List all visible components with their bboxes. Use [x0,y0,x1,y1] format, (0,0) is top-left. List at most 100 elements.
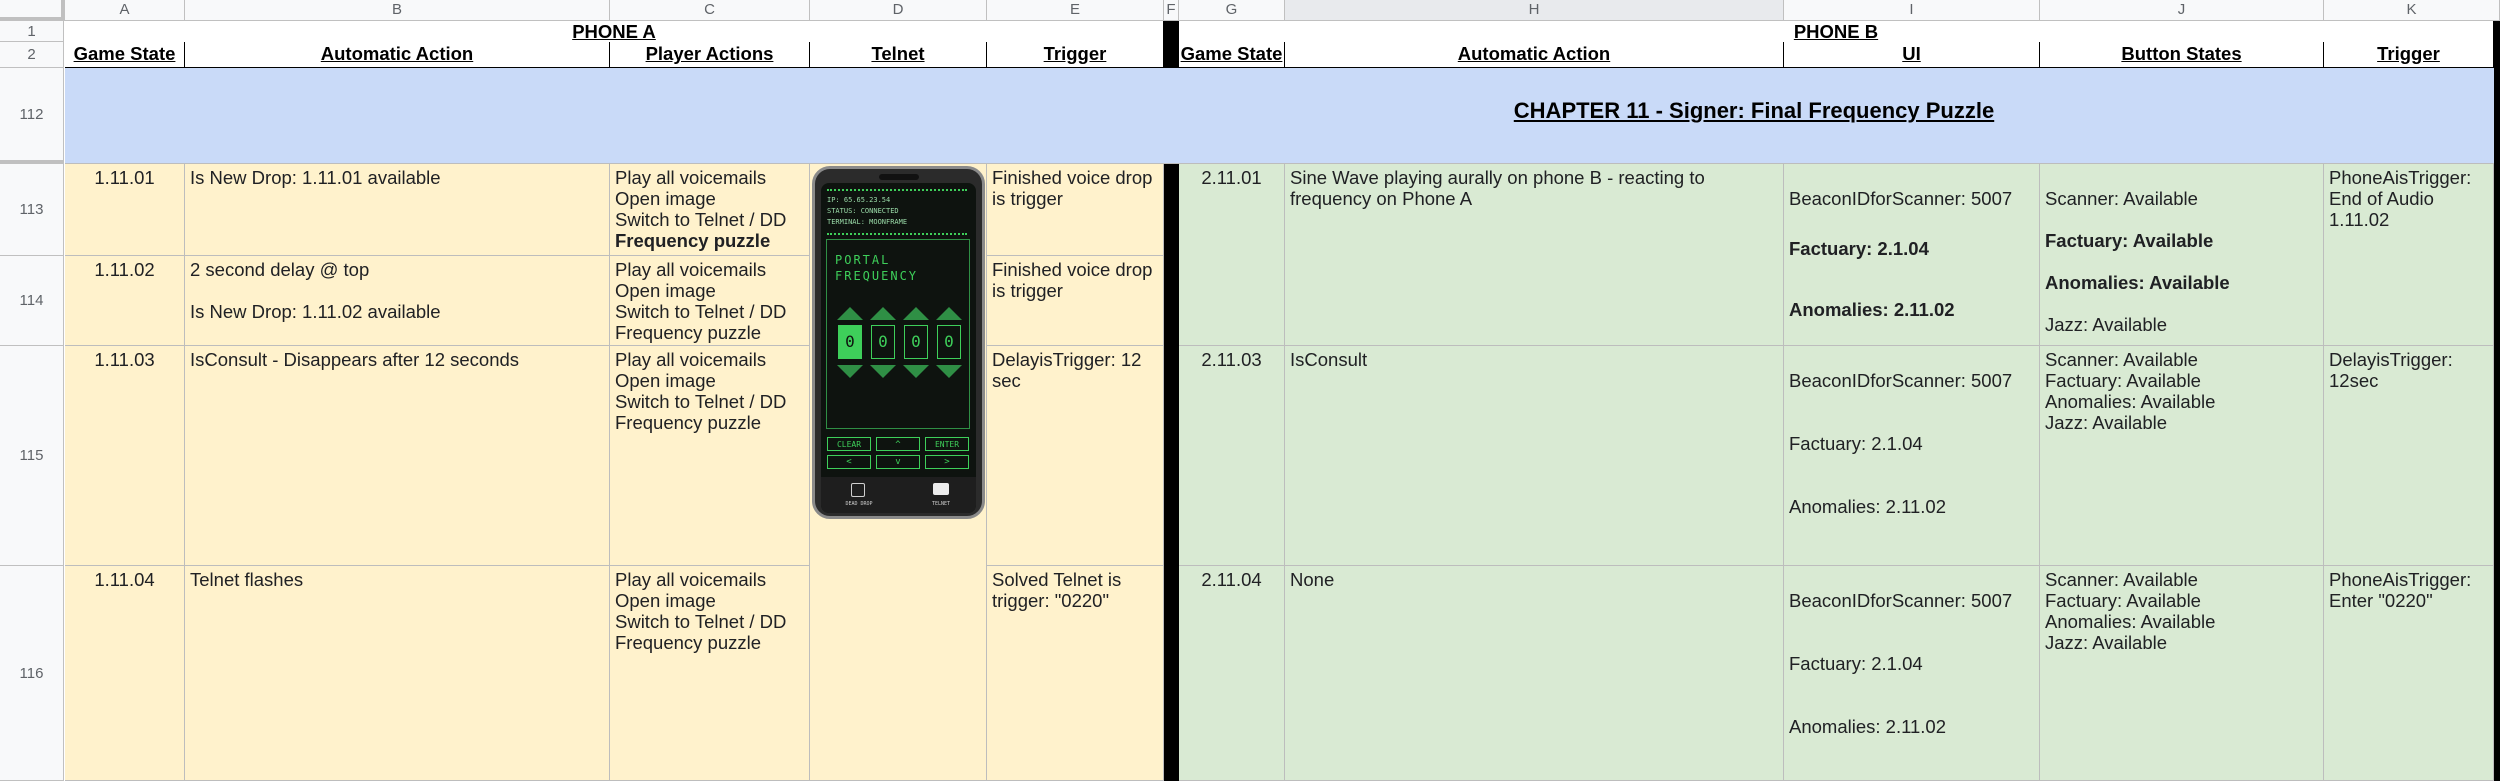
column-header-g[interactable]: G [1179,0,1285,21]
b-game-state-113[interactable]: 2.11.01 [1179,164,1285,346]
digit-4-up-icon[interactable] [936,307,962,320]
bottom-nav [821,477,976,513]
telnet-ip: IP: 65.65.23.54 [827,196,891,204]
header-b-button-states[interactable]: Button States [2040,42,2324,68]
digit-3-down-icon[interactable] [903,365,929,378]
a-trigger-113[interactable]: Finished voice drop is trigger [987,164,1164,256]
digit-2-down-icon[interactable] [870,365,896,378]
digit-4[interactable]: 0 [937,325,961,359]
header-b-trigger[interactable]: Trigger [2324,42,2494,68]
clear-button[interactable]: CLEAR [827,437,871,451]
right-button[interactable]: > [925,455,969,469]
a-trigger-115[interactable]: DelayisTrigger: 12 sec [987,346,1164,566]
b-ui-113[interactable]: BeaconIDforScanner: 5007 Factuary: 2.1.0… [1784,164,2040,346]
header-a-player-actions[interactable]: Player Actions [610,42,810,68]
b-ui-113-beacon: BeaconIDforScanner: 5007 [1789,188,2013,209]
left-button[interactable]: < [827,455,871,469]
b-buttons-113[interactable]: Scanner: Available Factuary: Available A… [2040,164,2324,346]
header-a-game-state[interactable]: Game State [65,42,185,68]
digit-3[interactable]: 0 [904,325,928,359]
telnet-nav-icon[interactable] [933,483,949,495]
column-header-a[interactable]: A [65,0,185,21]
a-player-116[interactable]: Play all voicemails Open image Switch to… [610,566,810,781]
header-b-game-state[interactable]: Game State [1179,42,1285,68]
b-action-116[interactable]: None [1285,566,1784,781]
a-game-state-115[interactable]: 1.11.03 [65,346,185,566]
telnet-nav-label: TELNET [931,501,951,507]
b-ui-116-beacon: BeaconIDforScanner: 5007 [1789,590,2013,611]
column-header-b[interactable]: B [185,0,610,21]
phone-b-title[interactable]: PHONE B [1179,21,2494,42]
a-player-113-text: Play all voicemails Open image Switch to… [615,167,787,230]
header-a-telnet[interactable]: Telnet [810,42,987,68]
column-header-d[interactable]: D [810,0,987,21]
row-header-114[interactable]: 114 [0,256,64,346]
dead-drop-icon[interactable] [851,483,865,497]
column-header-h[interactable]: H [1285,0,1784,21]
b-buttons-116[interactable]: Scanner: Available Factuary: Available A… [2040,566,2324,781]
digit-1[interactable]: 0 [838,325,862,359]
row-header-113[interactable]: 113 [0,164,64,256]
enter-button[interactable]: ENTER [925,437,969,451]
b-ui-115-beacon: BeaconIDforScanner: 5007 [1789,370,2013,391]
header-b-ui[interactable]: UI [1784,42,2040,68]
a-player-113-bold: Frequency puzzle [615,230,771,251]
b-buttons-113-anomalies: Anomalies: Available [2045,272,2230,293]
b-buttons-113-scanner: Scanner: Available [2045,188,2198,209]
b-trigger-116[interactable]: PhoneAisTrigger: Enter "0220" [2324,566,2494,781]
down-button[interactable]: v [876,455,920,469]
a-action-115[interactable]: IsConsult - Disappears after 12 seconds [185,346,610,566]
a-game-state-113[interactable]: 1.11.01 [65,164,185,256]
a-action-116[interactable]: Telnet flashes [185,566,610,781]
b-trigger-113[interactable]: PhoneAisTrigger: End of Audio 1.11.02 [2324,164,2494,346]
b-trigger-115[interactable]: DelayisTrigger: 12sec [2324,346,2494,566]
digit-2-up-icon[interactable] [870,307,896,320]
telnet-phone-image: IP: 65.65.23.54 STATUS: CONNECTED TERMIN… [812,166,985,519]
a-player-114[interactable]: Play all voicemails Open image Switch to… [610,256,810,346]
b-ui-115-anomalies: Anomalies: 2.11.02 [1789,496,1947,517]
row-header-115[interactable]: 115 [0,346,64,566]
digit-1-up-icon[interactable] [837,307,863,320]
column-header-k[interactable]: K [2324,0,2500,21]
a-action-113[interactable]: Is New Drop: 1.11.01 available [185,164,610,256]
a-action-114[interactable]: 2 second delay @ top Is New Drop: 1.11.0… [185,256,610,346]
phone-speaker [879,174,919,180]
column-header-c[interactable]: C [610,0,810,21]
b-ui-116[interactable]: BeaconIDforScanner: 5007 Factuary: 2.1.0… [1784,566,2040,781]
header-a-trigger[interactable]: Trigger [987,42,1164,68]
row-header-116[interactable]: 116 [0,566,64,781]
column-header-f[interactable]: F [1164,0,1179,21]
a-game-state-114[interactable]: 1.11.02 [65,256,185,346]
a-game-state-116[interactable]: 1.11.04 [65,566,185,781]
chapter-title[interactable]: CHAPTER 11 - Signer: Final Frequency Puz… [1285,98,2223,128]
column-header-i[interactable]: I [1784,0,2040,21]
b-buttons-115[interactable]: Scanner: Available Factuary: Available A… [2040,346,2324,566]
digit-1-down-icon[interactable] [837,365,863,378]
up-button[interactable]: ^ [876,437,920,451]
select-all-corner[interactable] [0,0,65,21]
b-ui-115[interactable]: BeaconIDforScanner: 5007 Factuary: 2.1.0… [1784,346,2040,566]
screen-dotted-line-mid [827,233,967,235]
a-player-113[interactable]: Play all voicemails Open image Switch to… [610,164,810,256]
b-action-115[interactable]: IsConsult [1285,346,1784,566]
header-a-automatic-action[interactable]: Automatic Action [185,42,610,68]
b-game-state-115[interactable]: 2.11.03 [1179,346,1285,566]
a-trigger-114[interactable]: Finished voice drop is trigger [987,256,1164,346]
header-b-automatic-action[interactable]: Automatic Action [1285,42,1784,68]
column-header-e[interactable]: E [987,0,1164,21]
digit-4-down-icon[interactable] [936,365,962,378]
digit-2[interactable]: 0 [871,325,895,359]
a-player-115[interactable]: Play all voicemails Open image Switch to… [610,346,810,566]
b-ui-115-factuary: Factuary: 2.1.04 [1789,433,1923,454]
phone-a-title[interactable]: PHONE A [65,21,1164,42]
b-buttons-113-jazz: Jazz: Available [2045,314,2168,335]
row-header-1[interactable]: 1 [0,21,64,42]
column-header-j[interactable]: J [2040,0,2324,21]
digit-3-up-icon[interactable] [903,307,929,320]
b-action-113[interactable]: Sine Wave playing aurally on phone B - r… [1285,164,1784,346]
row-header-112[interactable]: 112 [0,68,64,164]
a-trigger-116[interactable]: Solved Telnet is trigger: "0220" [987,566,1164,781]
b-game-state-116[interactable]: 2.11.04 [1179,566,1285,781]
b-ui-116-anomalies: Anomalies: 2.11.02 [1789,716,1947,737]
row-header-2[interactable]: 2 [0,42,64,68]
